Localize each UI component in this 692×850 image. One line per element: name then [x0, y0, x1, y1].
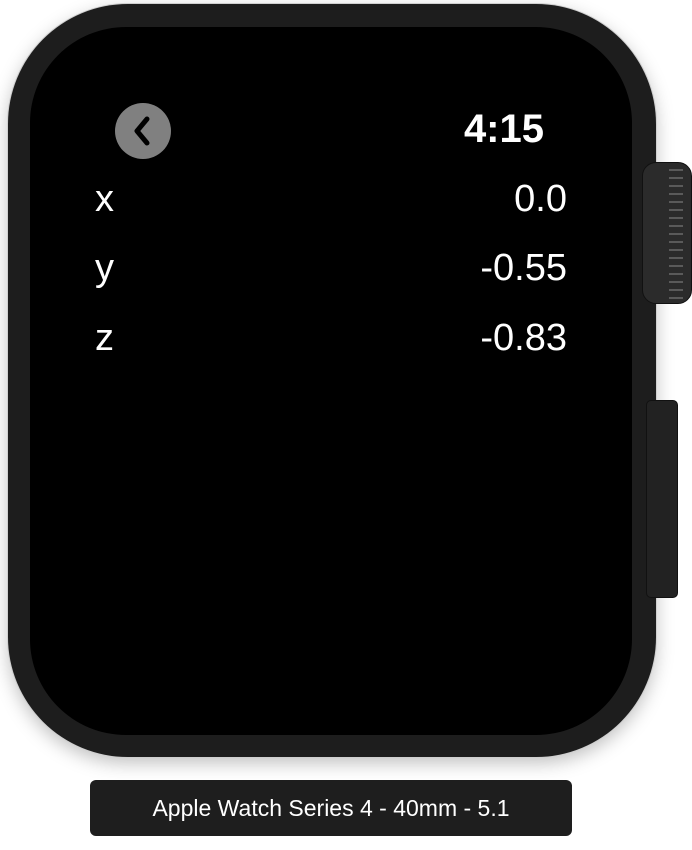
axis-value: -0.55	[480, 247, 567, 289]
digital-crown[interactable]	[642, 162, 692, 304]
axis-value: -0.83	[480, 317, 567, 359]
chevron-left-icon	[134, 116, 150, 146]
watch-case	[8, 4, 656, 757]
axis-label: z	[95, 317, 114, 359]
side-button[interactable]	[646, 400, 678, 598]
axis-row-y: y -0.55	[95, 247, 567, 290]
device-label: Apple Watch Series 4 - 40mm - 5.1	[90, 780, 572, 836]
clock-time: 4:15	[463, 107, 544, 151]
back-button[interactable]	[115, 103, 171, 159]
axis-label: x	[95, 178, 114, 220]
axis-value: 0.0	[514, 178, 567, 220]
axis-row-x: x 0.0	[95, 178, 567, 221]
axis-label: y	[95, 247, 114, 289]
axis-row-z: z -0.83	[95, 317, 567, 360]
